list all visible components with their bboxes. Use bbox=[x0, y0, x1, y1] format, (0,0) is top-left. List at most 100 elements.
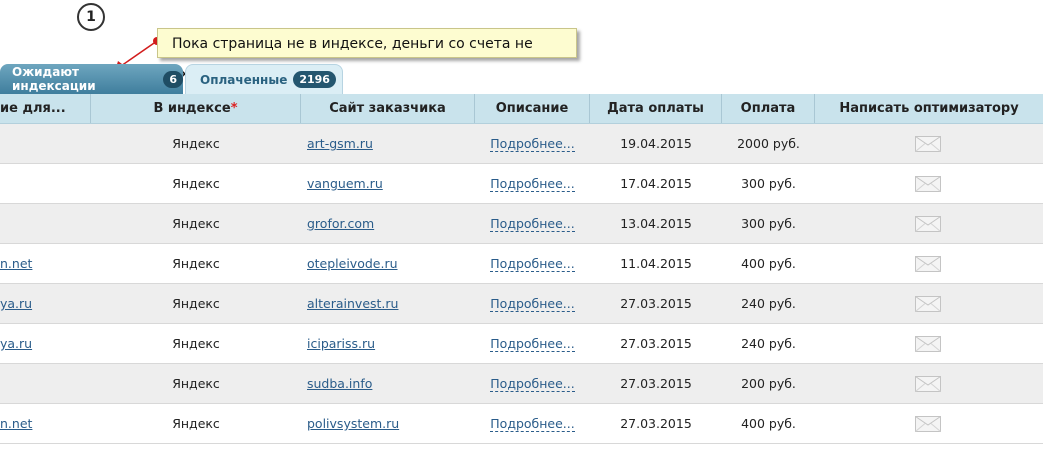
description-cell: Подробнее... bbox=[475, 324, 590, 363]
site-link[interactable]: art-gsm.ru bbox=[307, 136, 373, 151]
column-header-date[interactable]: Дата оплаты bbox=[590, 94, 722, 123]
page-cell: n.net bbox=[0, 404, 91, 443]
description-cell: Подробнее... bbox=[475, 164, 590, 203]
site-cell: vanguem.ru bbox=[307, 164, 475, 203]
page-cell: ya.ru bbox=[0, 284, 91, 323]
tab-awaiting-indexing[interactable]: Ожидают индексации 6 bbox=[0, 64, 183, 94]
page-link[interactable]: ya.ru bbox=[0, 296, 32, 311]
description-cell: Подробнее... bbox=[475, 124, 590, 163]
index-cell: Яндекс bbox=[172, 296, 220, 311]
date-cell: 27.03.2015 bbox=[620, 336, 692, 351]
table-row: Яндекс art-gsm.ru Подробнее... 19.04.201… bbox=[0, 124, 1043, 164]
details-link[interactable]: Подробнее... bbox=[490, 377, 575, 392]
count-badge: 2196 bbox=[293, 71, 336, 88]
column-header-index[interactable]: В индексе* bbox=[91, 94, 301, 123]
date-cell: 27.03.2015 bbox=[620, 376, 692, 391]
table-row: n.net Яндекс polivsystem.ru Подробнее...… bbox=[0, 404, 1043, 444]
column-header-description[interactable]: Описание bbox=[475, 94, 590, 123]
site-link[interactable]: otepleivode.ru bbox=[307, 256, 398, 271]
description-cell: Подробнее... bbox=[475, 204, 590, 243]
details-link[interactable]: Подробнее... bbox=[490, 257, 575, 272]
envelope-icon[interactable] bbox=[915, 336, 941, 352]
page-link[interactable]: n.net bbox=[0, 256, 32, 271]
index-cell: Яндекс bbox=[172, 336, 220, 351]
page-cell: ya.ru bbox=[0, 324, 91, 363]
page-cell bbox=[0, 204, 91, 243]
payment-cell: 240 руб. bbox=[741, 296, 796, 311]
date-cell: 11.04.2015 bbox=[620, 256, 692, 271]
site-cell: icipariss.ru bbox=[307, 324, 475, 363]
column-header-label: В индексе bbox=[153, 101, 231, 116]
count-badge: 6 bbox=[163, 70, 183, 88]
description-cell: Подробнее... bbox=[475, 284, 590, 323]
tab-paid[interactable]: Оплаченные 2196 bbox=[185, 64, 343, 94]
required-mark: * bbox=[230, 101, 238, 116]
details-link[interactable]: Подробнее... bbox=[490, 177, 575, 192]
details-link[interactable]: Подробнее... bbox=[490, 217, 575, 232]
page-cell bbox=[0, 364, 91, 403]
page-link[interactable]: ya.ru bbox=[0, 336, 32, 351]
payment-cell: 200 руб. bbox=[741, 376, 796, 391]
page-link[interactable]: n.net bbox=[0, 416, 32, 431]
envelope-icon[interactable] bbox=[915, 416, 941, 432]
site-link[interactable]: polivsystem.ru bbox=[307, 416, 399, 431]
details-link[interactable]: Подробнее... bbox=[490, 137, 575, 152]
description-cell: Подробнее... bbox=[475, 404, 590, 443]
table-row: Яндекс vanguem.ru Подробнее... 17.04.201… bbox=[0, 164, 1043, 204]
envelope-icon[interactable] bbox=[915, 216, 941, 232]
description-cell: Подробнее... bbox=[475, 364, 590, 403]
date-cell: 13.04.2015 bbox=[620, 216, 692, 231]
table-row: ya.ru Яндекс alterainvest.ru Подробнее..… bbox=[0, 284, 1043, 324]
payment-cell: 2000 руб. bbox=[737, 136, 800, 151]
orders-table: ие для... В индексе* Сайт заказчика Опис… bbox=[0, 94, 1043, 444]
description-cell: Подробнее... bbox=[475, 244, 590, 283]
page-cell bbox=[0, 124, 91, 163]
index-cell: Яндекс bbox=[172, 256, 220, 271]
payment-cell: 240 руб. bbox=[741, 336, 796, 351]
date-cell: 17.04.2015 bbox=[620, 176, 692, 191]
tab-label: Оплаченные bbox=[200, 72, 288, 87]
column-header-site[interactable]: Сайт заказчика bbox=[301, 94, 475, 123]
site-link[interactable]: sudba.info bbox=[307, 376, 372, 391]
column-header-page[interactable]: ие для... bbox=[0, 94, 91, 123]
table-row: n.net Яндекс otepleivode.ru Подробнее...… bbox=[0, 244, 1043, 284]
column-header-contact: Написать оптимизатору bbox=[839, 101, 1019, 116]
envelope-icon[interactable] bbox=[915, 256, 941, 272]
details-link[interactable]: Подробнее... bbox=[490, 297, 575, 312]
column-header-payment[interactable]: Оплата bbox=[722, 94, 815, 123]
site-cell: sudba.info bbox=[307, 364, 475, 403]
date-cell: 27.03.2015 bbox=[620, 416, 692, 431]
index-cell: Яндекс bbox=[172, 136, 220, 151]
page-cell: n.net bbox=[0, 244, 91, 283]
payment-cell: 400 руб. bbox=[741, 256, 796, 271]
site-cell: alterainvest.ru bbox=[307, 284, 475, 323]
site-link[interactable]: icipariss.ru bbox=[307, 336, 375, 351]
details-link[interactable]: Подробнее... bbox=[490, 337, 575, 352]
tab-bar: Ожидают индексации 6 Оплаченные 2196 bbox=[0, 64, 1043, 94]
page-cell bbox=[0, 164, 91, 203]
envelope-icon[interactable] bbox=[915, 136, 941, 152]
table-row: Яндекс sudba.info Подробнее... 27.03.201… bbox=[0, 364, 1043, 404]
envelope-icon[interactable] bbox=[915, 296, 941, 312]
table-row: ya.ru Яндекс icipariss.ru Подробнее... 2… bbox=[0, 324, 1043, 364]
table-header: ие для... В индексе* Сайт заказчика Опис… bbox=[0, 94, 1043, 124]
site-cell: otepleivode.ru bbox=[307, 244, 475, 283]
payment-cell: 300 руб. bbox=[741, 216, 796, 231]
index-cell: Яндекс bbox=[172, 416, 220, 431]
site-cell: art-gsm.ru bbox=[307, 124, 475, 163]
envelope-icon[interactable] bbox=[915, 176, 941, 192]
index-cell: Яндекс bbox=[172, 176, 220, 191]
payment-cell: 400 руб. bbox=[741, 416, 796, 431]
callout-tooltip: Пока страница не в индексе, деньги со сч… bbox=[157, 28, 577, 82]
site-link[interactable]: vanguem.ru bbox=[307, 176, 383, 191]
envelope-icon[interactable] bbox=[915, 376, 941, 392]
index-cell: Яндекс bbox=[172, 376, 220, 391]
table-body: Яндекс art-gsm.ru Подробнее... 19.04.201… bbox=[0, 124, 1043, 444]
table-row: Яндекс grofor.com Подробнее... 13.04.201… bbox=[0, 204, 1043, 244]
site-cell: grofor.com bbox=[307, 204, 475, 243]
payment-cell: 300 руб. bbox=[741, 176, 796, 191]
details-link[interactable]: Подробнее... bbox=[490, 417, 575, 432]
site-link[interactable]: alterainvest.ru bbox=[307, 296, 398, 311]
date-cell: 27.03.2015 bbox=[620, 296, 692, 311]
site-link[interactable]: grofor.com bbox=[307, 216, 374, 231]
